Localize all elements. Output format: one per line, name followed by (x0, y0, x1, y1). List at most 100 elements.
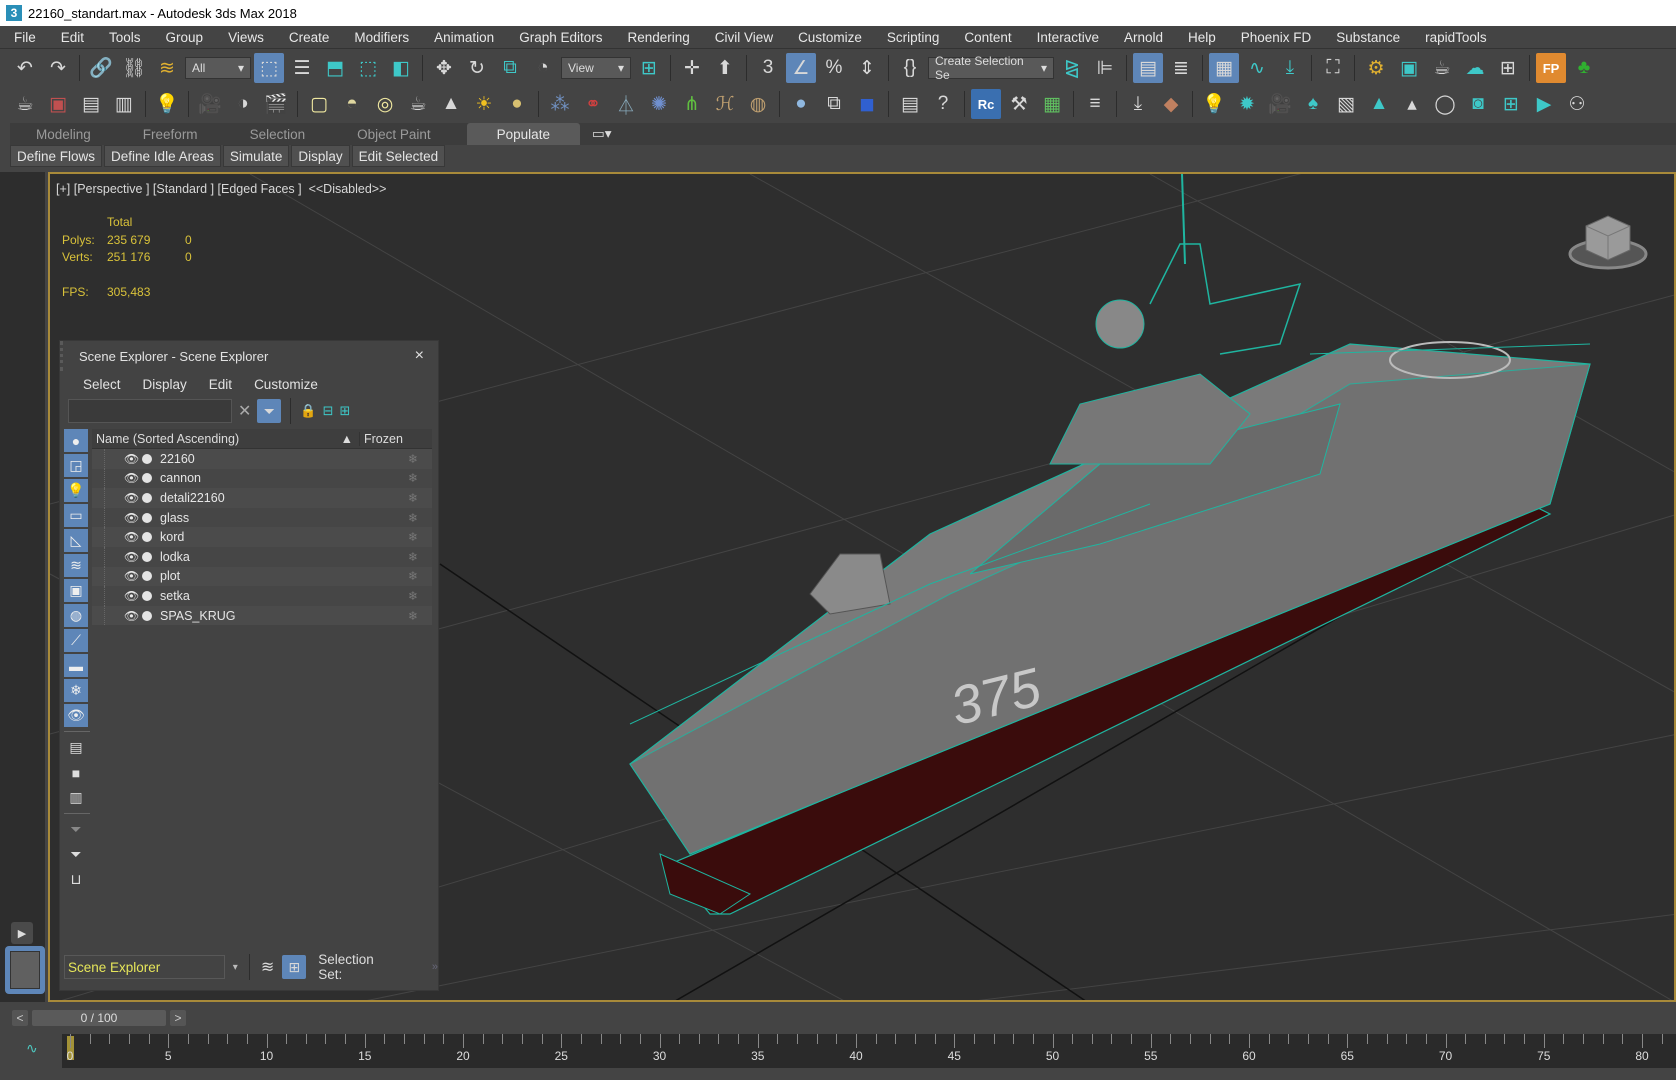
particles-icon[interactable]: ⁂ (545, 89, 575, 119)
forest-library-icon[interactable]: ▧ (1331, 89, 1361, 119)
frozen-snowflake-icon[interactable]: ❄ (372, 491, 418, 505)
spot-light-icon[interactable]: ▲ (436, 89, 466, 119)
undo-icon[interactable]: ↶ (10, 53, 40, 83)
viewport-layout-button[interactable] (5, 946, 45, 994)
forest-sun-icon[interactable]: ✹ (1232, 89, 1262, 119)
teapot-icon[interactable]: ☕ (10, 89, 40, 119)
panel-icon[interactable]: ▤ (76, 89, 106, 119)
render-production-icon[interactable]: ☕ (1427, 53, 1457, 83)
prev-frame-button[interactable]: < (12, 1010, 28, 1026)
sort-by-layer-icon[interactable]: ≋ (261, 957, 274, 977)
move-icon[interactable]: ✥ (429, 53, 459, 83)
material-browser-icon[interactable]: ⧉ (819, 89, 849, 119)
bones-filter-icon[interactable]: ⟋ (64, 629, 88, 652)
curve-editor-icon[interactable]: ∿ (1242, 53, 1272, 83)
forest-ring-icon[interactable]: ◯ (1430, 89, 1460, 119)
geometry-filter-icon[interactable]: ● (64, 429, 88, 452)
dope-sheet-icon[interactable]: ⤓ (1275, 53, 1305, 83)
edit-selected-button[interactable]: Edit Selected (351, 145, 446, 167)
tools-icon[interactable]: ⚒ (1004, 89, 1034, 119)
render-toggle-icon[interactable] (142, 453, 152, 464)
mini-curve-editor-icon[interactable]: ∿ (26, 1040, 38, 1057)
list-item[interactable]: 👁 cannon ❄ (92, 468, 432, 489)
crossing-icon[interactable]: ◧ (386, 53, 416, 83)
se-menu-display[interactable]: Display (132, 377, 198, 392)
render-cloud-icon[interactable]: ☁ (1460, 53, 1490, 83)
properties-icon[interactable]: ▤ (895, 89, 925, 119)
forest-play-icon[interactable]: ▶ (1529, 89, 1559, 119)
ribbon-toggle-icon[interactable]: ▦ (1209, 53, 1239, 83)
search-input[interactable] (68, 399, 232, 423)
tab-selection[interactable]: Selection (224, 123, 332, 145)
frozen-snowflake-icon[interactable]: ❄ (372, 471, 418, 485)
render-toggle-icon[interactable] (142, 473, 152, 484)
se-menu-select[interactable]: Select (72, 377, 132, 392)
name-column-header[interactable]: Name (Sorted Ascending) ▲ (92, 431, 360, 446)
window-crossing-icon[interactable]: ⬚ (353, 53, 383, 83)
list-item[interactable]: 👁 SPAS_KRUG ❄ (92, 605, 432, 626)
forest-camera-add-icon[interactable]: ⚇ (1562, 89, 1592, 119)
render-toggle-icon[interactable] (142, 590, 152, 601)
railclone-icon[interactable]: Rc (971, 89, 1001, 119)
plane-light-icon[interactable]: ▢ (304, 89, 334, 119)
time-slider-thumb[interactable]: 0 / 100 (32, 1010, 166, 1026)
frozen-column-header[interactable]: Frozen (360, 432, 403, 446)
hidden-filter-icon[interactable]: 👁 (64, 704, 88, 727)
render-toggle-icon[interactable] (142, 512, 152, 523)
schematic-view-icon[interactable]: ⛶ (1318, 53, 1348, 83)
clear-search-icon[interactable]: ✕ (238, 401, 251, 421)
frozen-snowflake-icon[interactable]: ❄ (372, 511, 418, 525)
rotate-icon[interactable]: ↻ (462, 53, 492, 83)
camera-icon[interactable]: 🎥 (195, 89, 225, 119)
visibility-eye-icon[interactable]: 👁 (124, 452, 140, 466)
bind-space-warp-icon[interactable]: ≋ (152, 53, 182, 83)
hair-fur-icon[interactable]: ℋ (710, 89, 740, 119)
panel-2-icon[interactable]: ▥ (109, 89, 139, 119)
frozen-snowflake-icon[interactable]: ❄ (372, 452, 418, 466)
redo-icon[interactable]: ↷ (43, 53, 73, 83)
rect-selection-icon[interactable]: ⬒ (320, 53, 350, 83)
groups-filter-icon[interactable]: ▣ (64, 579, 88, 602)
molecule-icon[interactable]: ⚭ (578, 89, 608, 119)
rendered-frame-window-icon[interactable]: ▣ (1394, 53, 1424, 83)
align-icon[interactable]: ⊫ (1090, 53, 1120, 83)
hierarchy-collapse-icon[interactable]: ⊞ (340, 403, 351, 419)
helpers-filter-icon[interactable]: ◺ (64, 529, 88, 552)
material-swatch-icon[interactable]: ◆ (1156, 89, 1186, 119)
list-item[interactable]: 👁 22160 ❄ (92, 449, 432, 469)
menu-interactive[interactable]: Interactive (1023, 30, 1110, 45)
tab-freeform[interactable]: Freeform (117, 123, 224, 145)
display-none-icon[interactable]: ■ (64, 761, 88, 784)
render-toggle-icon[interactable] (142, 551, 152, 562)
named-selection-dropdown[interactable]: Create Selection Se ▾ (928, 54, 1054, 82)
chevron-down-icon[interactable]: ▾ (233, 962, 238, 973)
camera-3-icon[interactable]: 🎬 (261, 89, 291, 119)
tab-populate[interactable]: Populate (466, 123, 580, 145)
list-s-icon[interactable]: ≡ (1080, 89, 1110, 119)
scale-icon[interactable]: ⧉ (495, 53, 525, 83)
hierarchy-expand-icon[interactable]: ⊟ (323, 403, 334, 419)
menu-animation[interactable]: Animation (420, 30, 505, 45)
filter-icon[interactable]: ⏷ (257, 399, 282, 423)
ornatrix-icon[interactable]: ◍ (743, 89, 773, 119)
forest-trees-icon[interactable]: ♠ (1298, 89, 1328, 119)
frozen-snowflake-icon[interactable]: ❄ (372, 569, 418, 583)
cameras-filter-icon[interactable]: ▭ (64, 504, 88, 527)
menu-substance[interactable]: Substance (1322, 30, 1411, 45)
list-item[interactable]: 👁 glass ❄ (92, 507, 432, 528)
forest-camera-icon[interactable]: 🎥 (1265, 89, 1295, 119)
render-toggle-icon[interactable] (142, 610, 152, 621)
shapes-filter-icon[interactable]: ◲ (64, 454, 88, 477)
menu-arnold[interactable]: Arnold (1110, 30, 1174, 45)
list-item[interactable]: 👁 plot ❄ (92, 566, 432, 587)
filter-settings-icon[interactable]: ⏷ (64, 818, 88, 841)
select-by-name-icon[interactable]: ☰ (287, 53, 317, 83)
visibility-eye-icon[interactable]: 👁 (124, 609, 140, 623)
forest-preview-icon[interactable]: ◙ (1463, 89, 1493, 119)
menu-tools[interactable]: Tools (95, 30, 152, 45)
snaps-toggle-icon[interactable]: 3 (753, 53, 783, 83)
reference-coord-dropdown[interactable]: View ▾ (561, 57, 631, 79)
dome-light-icon[interactable]: ◓ (337, 89, 367, 119)
spinner-snap-icon[interactable]: ⇕ (852, 53, 882, 83)
list-item[interactable]: 👁 setka ❄ (92, 586, 432, 606)
